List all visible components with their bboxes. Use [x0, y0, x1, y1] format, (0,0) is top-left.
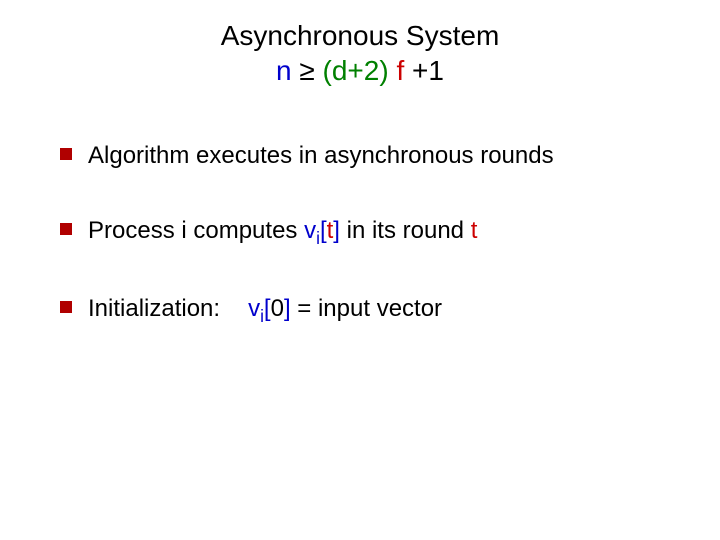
- title-sym-plus1: +1: [412, 55, 444, 86]
- bullet-2-pre: Process i computes: [88, 217, 304, 244]
- bullet-2-mid: in its round: [340, 217, 471, 244]
- bullet-3-v: v: [248, 295, 260, 322]
- bullet-2: Process i computes vi[t] in its round t: [60, 215, 680, 249]
- bullet-3-lbr: [: [264, 295, 271, 322]
- bullet-3-eq: = input vector: [291, 295, 442, 322]
- bullet-3: Initialization:vi[0] = input vector: [60, 293, 680, 327]
- bullet-3-label: Initialization:: [88, 295, 220, 322]
- bullet-1: Algorithm executes in asynchronous round…: [60, 140, 680, 171]
- bullet-list: Algorithm executes in asynchronous round…: [60, 140, 680, 372]
- title-line-2: n ≥ (d+2) f +1: [0, 53, 720, 88]
- bullet-3-rbr: ]: [284, 295, 291, 322]
- bullet-1-text: Algorithm executes in asynchronous round…: [88, 142, 554, 169]
- bullet-2-lbr: [: [320, 217, 327, 244]
- bullet-3-zero: 0: [271, 295, 284, 322]
- title-sym-ge: ≥: [292, 55, 323, 86]
- title-line-1: Asynchronous System: [0, 18, 720, 53]
- bullet-2-t2: t: [471, 217, 478, 244]
- slide-title: Asynchronous System n ≥ (d+2) f +1: [0, 18, 720, 88]
- bullet-2-v: v: [304, 217, 316, 244]
- title-sym-f: f: [389, 55, 412, 86]
- slide: Asynchronous System n ≥ (d+2) f +1 Algor…: [0, 0, 720, 540]
- title-sym-d2: (d+2): [323, 55, 389, 86]
- bullet-2-rbr: ]: [333, 217, 340, 244]
- title-sym-n: n: [276, 55, 292, 86]
